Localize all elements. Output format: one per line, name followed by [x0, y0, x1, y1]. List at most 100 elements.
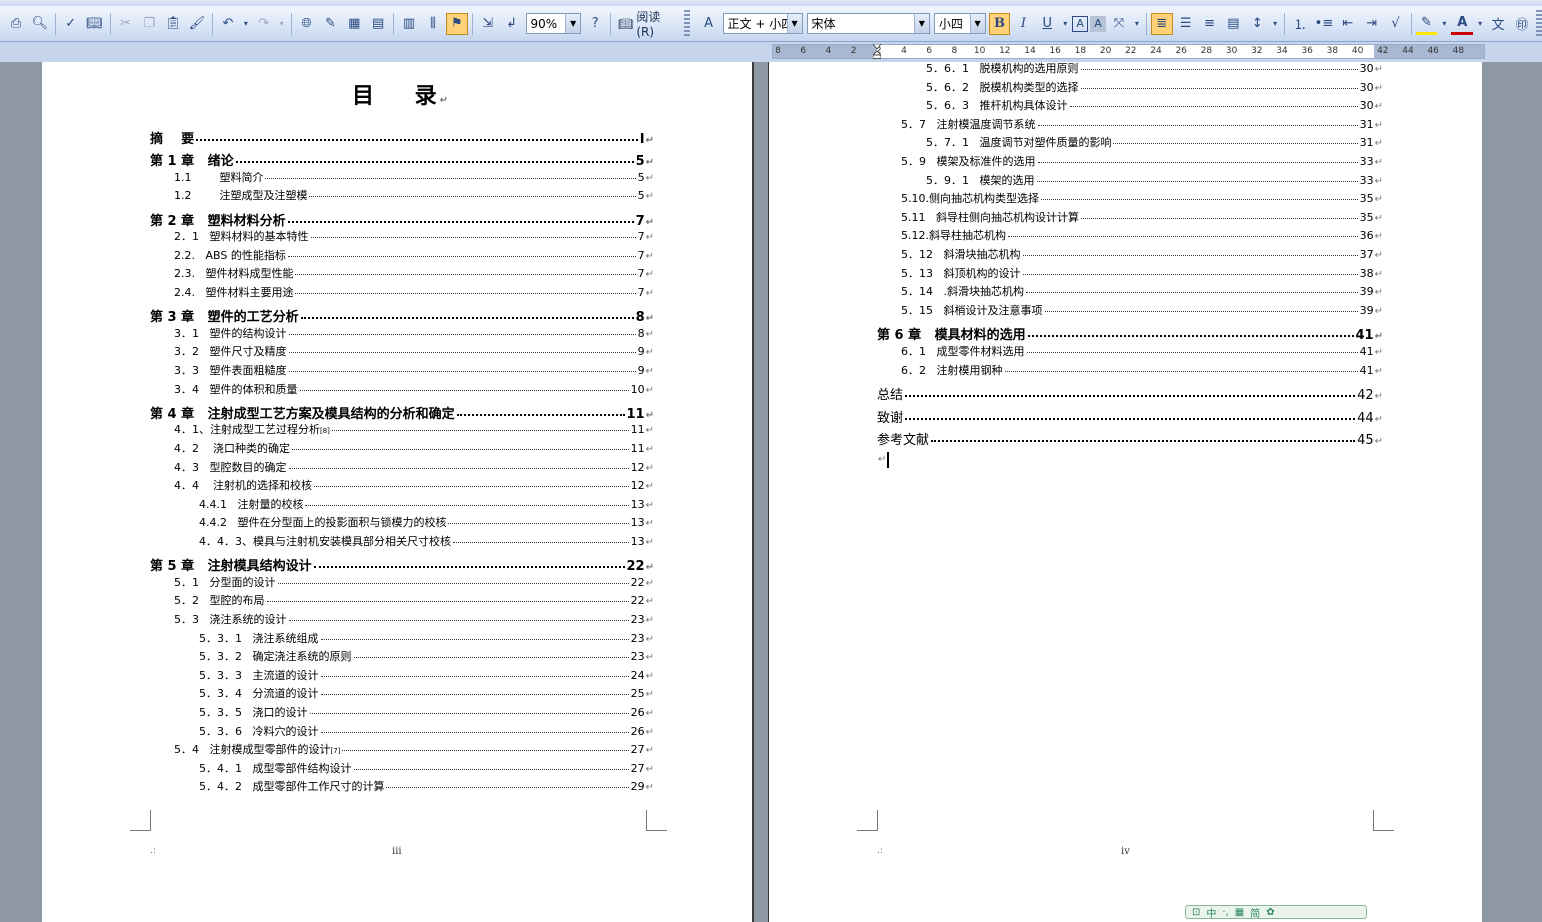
drawing-icon[interactable]: ⫼: [422, 13, 444, 35]
font-size-select[interactable]: 小四 ▼: [933, 13, 986, 34]
underline-icon[interactable]: U: [1036, 13, 1058, 35]
chevron-down-icon[interactable]: ▼: [969, 14, 985, 33]
toc-entry[interactable]: 4．4．3、模具与注射机安装模具部分相关尺寸校核 13 ↵: [199, 533, 654, 549]
toc-entry[interactable]: 4．1、注射成型工艺过程分析 [8] 11 ↵: [174, 421, 654, 437]
toc-entry[interactable]: 4．2 浇口种类的确定 11 ↵: [174, 440, 654, 456]
char-border-icon[interactable]: A: [1072, 15, 1089, 32]
cut-icon[interactable]: ✂: [115, 13, 137, 35]
font-select[interactable]: 宋体 ▼: [806, 13, 930, 34]
ime-simplified-icon[interactable]: 简: [1250, 905, 1260, 920]
toc-entry[interactable]: 5．6．2 脱模机构类型的选择 30 ↵: [926, 79, 1383, 95]
print-preview-icon[interactable]: 🔍︎: [29, 13, 51, 35]
toc-entry[interactable]: 第 6 章 模具材料的选用 41 ↵: [877, 324, 1383, 343]
print-icon[interactable]: ⎙: [5, 13, 27, 35]
highlight-dropdown-icon[interactable]: ▾: [1439, 13, 1449, 35]
redo-dropdown-icon[interactable]: ▾: [277, 13, 287, 35]
toc-entry[interactable]: 3．2 塑件尺寸及精度 9 ↵: [174, 343, 654, 359]
document-page-right[interactable]: 5．6．1 脱模机构的选用原则 30 ↵ 5．6．2 脱模机构类型的选择 30 ↵ 5．6．…: [768, 62, 1482, 922]
toc-entry[interactable]: 5．1 分型面的设计 22 ↵: [174, 574, 654, 590]
copy-icon[interactable]: ❐: [138, 13, 160, 35]
toc-entry[interactable]: 4．3 型腔数目的确定 12 ↵: [174, 459, 654, 475]
read-button[interactable]: 📖︎ 阅读(R): [614, 10, 682, 39]
zoom-select[interactable]: 90% ▼: [525, 13, 582, 34]
toc-entry[interactable]: 5．14 .斜滑块抽芯机构 39 ↵: [901, 283, 1383, 299]
ime-mode-icon[interactable]: 中: [1206, 905, 1216, 920]
toc-entry[interactable]: 总结 42 ↵: [877, 384, 1383, 403]
spelling-icon[interactable]: ✓: [60, 13, 82, 35]
toc-entry[interactable]: 5．6．3 推杆机构具体设计 30 ↵: [926, 97, 1383, 113]
line-spacing-dropdown-icon[interactable]: ▾: [1270, 13, 1280, 35]
decrease-indent-icon[interactable]: ⇤: [1337, 13, 1359, 35]
highlight-icon[interactable]: ✎: [1415, 13, 1438, 35]
format-painter-icon[interactable]: 🖌︎: [186, 13, 208, 35]
toc-entry[interactable]: 5.10.侧向抽芯机构类型选择 35 ↵: [901, 190, 1383, 206]
toc-entry[interactable]: 第 3 章 塑件的工艺分析 8 ↵: [150, 306, 654, 325]
paste-icon[interactable]: 📋︎: [162, 13, 184, 35]
toc-entry[interactable]: 5．3．3 主流道的设计 24 ↵: [199, 667, 654, 683]
toc-entry[interactable]: 参考文献 45 ↵: [877, 429, 1383, 448]
research-icon[interactable]: 📖︎: [84, 13, 106, 35]
toc-entry[interactable]: 5.11 斜导柱侧向抽芯机构设计计算 35 ↵: [901, 209, 1383, 225]
toc-entry[interactable]: 5．7 注射模温度调节系统 31 ↵: [901, 116, 1383, 132]
toc-entry[interactable]: 3．4 塑件的体积和质量 10 ↵: [174, 381, 654, 397]
document-map-icon[interactable]: ⚑: [445, 12, 468, 35]
toc-entry[interactable]: 4.4.1 注射量的校核 13 ↵: [199, 496, 654, 512]
toc-entry[interactable]: 5．3．2 确定浇注系统的原则 23 ↵: [199, 648, 654, 664]
italic-icon[interactable]: I: [1012, 13, 1034, 35]
insert-table-icon[interactable]: ▦: [343, 13, 365, 35]
numbering-icon[interactable]: ⒈: [1289, 13, 1311, 35]
style-select[interactable]: 正文 + 小四 ▼: [722, 13, 803, 34]
distributed-icon[interactable]: ▤: [1222, 13, 1244, 35]
toc-entry[interactable]: 5．3．4 分流道的设计 25 ↵: [199, 685, 654, 701]
toc-entry[interactable]: 3．1 塑件的结构设计 8 ↵: [174, 325, 654, 341]
help-icon[interactable]: ?: [584, 13, 606, 35]
toolbar-grip[interactable]: [1535, 9, 1542, 38]
equation-icon[interactable]: √: [1385, 13, 1407, 35]
toc-entry[interactable]: 5．13 斜顶机构的设计 38 ↵: [901, 265, 1383, 281]
toc-entry[interactable]: 5．3．1 浇注系统组成 23 ↵: [199, 630, 654, 646]
toc-entry[interactable]: 1.2 注塑成型及注塑模 5 ↵: [174, 187, 654, 203]
toc-entry[interactable]: 5．9 模架及标准件的选用 33 ↵: [901, 153, 1383, 169]
align-justify-icon[interactable]: ≣: [1150, 12, 1173, 35]
undo-dropdown-icon[interactable]: ▾: [241, 13, 251, 35]
toc-entry[interactable]: 2．1 塑料材料的基本特性 7 ↵: [174, 228, 654, 244]
align-center-icon[interactable]: ☰: [1175, 13, 1197, 35]
chevron-down-icon[interactable]: ▼: [913, 14, 929, 33]
phonetic-guide-icon[interactable]: 文: [1487, 13, 1509, 35]
toc-entry[interactable]: 4.4.2 塑件在分型面上的投影面积与锁模力的校核 13 ↵: [199, 514, 654, 530]
toc-entry[interactable]: 3．3 塑件表面粗糙度 9 ↵: [174, 362, 654, 378]
toc-entry[interactable]: 5．15 斜梢设计及注意事项 39 ↵: [901, 302, 1383, 318]
toc-entry[interactable]: 4．4 注射机的选择和校核 12 ↵: [174, 477, 654, 493]
toc-entry[interactable]: 5.12.斜导柱抽芯机构 36 ↵: [901, 227, 1383, 243]
toc-entry[interactable]: 5．6．1 脱模机构的选用原则 30 ↵: [926, 62, 1383, 76]
ime-toolbar[interactable]: ⊡ 中 ·, ▦ 简 ✿: [1185, 905, 1367, 920]
toc-entry[interactable]: 致谢 44 ↵: [877, 407, 1383, 426]
toc-entry[interactable]: 5．3．5 浇口的设计 26 ↵: [199, 704, 654, 720]
toc-entry[interactable]: 第 5 章 注射模具结构设计 22 ↵: [150, 555, 654, 574]
toc-entry[interactable]: 5．12 斜滑块抽芯机构 37 ↵: [901, 246, 1383, 262]
hyperlink-icon[interactable]: 🌐︎: [296, 13, 318, 35]
toolbar-grip[interactable]: [683, 9, 690, 38]
font-color-icon[interactable]: A: [1451, 13, 1474, 35]
show-hide-icon[interactable]: ⇲: [477, 13, 499, 35]
toc-entry[interactable]: 摘 要 I ↵: [150, 128, 654, 147]
toc-entry[interactable]: 6．2 注射模用钢种 41 ↵: [901, 362, 1383, 378]
undo-icon[interactable]: ↶: [217, 13, 239, 35]
toc-entry[interactable]: 5．4．2 成型零部件工作尺寸的计算 29 ↵: [199, 778, 654, 794]
toc-entry[interactable]: 1.1 塑料简介 5 ↵: [174, 169, 654, 185]
toc-entry[interactable]: 5．7．1 温度调节对塑件质量的影响 31 ↵: [926, 134, 1383, 150]
toc-entry[interactable]: 第 4 章 注射成型工艺方案及模具结构的分析和确定 11 ↵: [150, 403, 654, 422]
bold-icon[interactable]: B: [988, 12, 1011, 35]
align-right-icon[interactable]: ≡: [1199, 13, 1221, 35]
char-scale-icon[interactable]: ⤧: [1108, 13, 1130, 35]
indent-marker-icon[interactable]: [873, 44, 881, 59]
chevron-down-icon[interactable]: ▼: [786, 14, 802, 33]
toc-entry[interactable]: 第 2 章 塑料材料分析 7 ↵: [150, 210, 654, 229]
horizontal-ruler[interactable]: 8 6 4 2 2 4 6 8 10 12 14 16 18 20 22 24 26 28 30 32 34 36 38 40…: [772, 44, 1485, 59]
toc-entry[interactable]: 2.3. 塑件材料成型性能 7 ↵: [174, 265, 654, 281]
chevron-down-icon[interactable]: ▼: [565, 14, 581, 33]
toc-entry[interactable]: 2.2. ABS 的性能指标 7 ↵: [174, 247, 654, 263]
toc-entry[interactable]: 5．4．1 成型零部件结构设计 27 ↵: [199, 760, 654, 776]
char-shading-icon[interactable]: A: [1090, 15, 1106, 32]
toc-entry[interactable]: 2.4. 塑件材料主要用途 7 ↵: [174, 284, 654, 300]
